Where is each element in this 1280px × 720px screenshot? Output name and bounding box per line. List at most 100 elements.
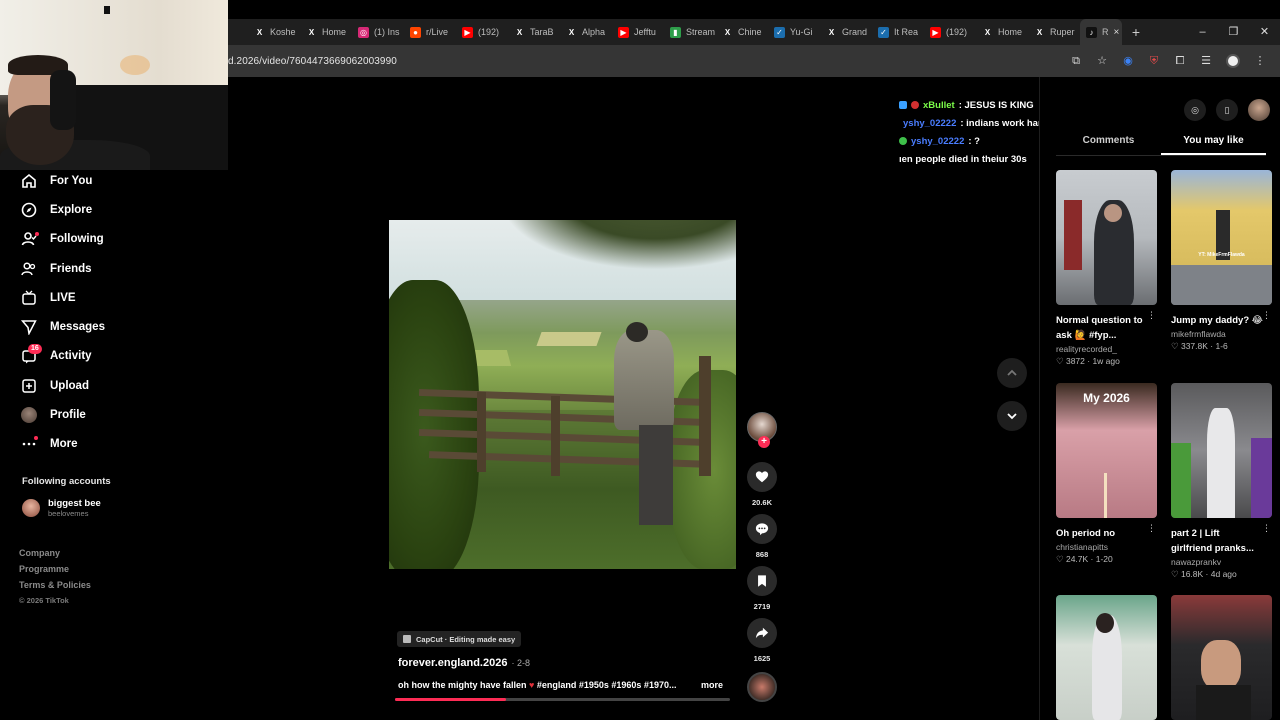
sidebar-item-activity[interactable]: 16 Activity <box>20 342 200 371</box>
video-author[interactable]: forever.england.2026 · 2-8 <box>398 657 530 669</box>
sidebar-item-upload[interactable]: Upload <box>20 371 200 400</box>
card-menu-icon[interactable]: ⋮ <box>1262 310 1271 321</box>
close-window-button[interactable]: ✕ <box>1249 19 1280 45</box>
sidebar-item-profile[interactable]: Profile <box>20 400 200 429</box>
card-menu-icon[interactable]: ⋮ <box>1262 523 1271 534</box>
video-thumbnail[interactable] <box>1056 595 1157 720</box>
sidebar-item-messages[interactable]: Messages <box>20 312 200 341</box>
save-button[interactable] <box>747 566 777 596</box>
following-account-item[interactable]: biggest bee beelovemes <box>22 498 101 518</box>
tab-label: Alpha <box>582 27 606 37</box>
video-progress-bar[interactable] <box>395 698 730 701</box>
menu-kebab-icon[interactable]: ⋮ <box>1254 55 1266 67</box>
card-title: Oh period no <box>1056 528 1116 539</box>
video-thumbnail[interactable] <box>1171 383 1272 518</box>
chat-username: yshy_02222 <box>903 117 957 129</box>
footer-link-terms[interactable]: Terms & Policies <box>19 580 91 590</box>
sidebar-item-friends[interactable]: Friends <box>20 254 200 283</box>
tab-you-may-like[interactable]: You may like <box>1161 132 1266 155</box>
new-tab-button[interactable]: + <box>1122 24 1150 40</box>
share-button[interactable] <box>747 618 777 648</box>
sidebar-item-label: Explore <box>50 203 93 216</box>
close-tab-icon[interactable]: × <box>1114 27 1120 38</box>
chat-text: : JESUS IS KING <box>958 99 1034 111</box>
video-thumbnail[interactable]: My 2026 <box>1056 383 1157 518</box>
video-player[interactable] <box>389 220 736 569</box>
next-video-button[interactable] <box>997 401 1027 431</box>
browser-tab[interactable]: ● r/Live <box>404 19 456 45</box>
browser-tab[interactable]: ✓ It Rea <box>872 19 924 45</box>
recommended-video-card[interactable] <box>1171 595 1273 720</box>
chat-text: ıen people died in theiur 30s <box>899 153 1027 165</box>
sidebar-item-for-you[interactable]: For You <box>20 166 200 195</box>
recommended-video-card[interactable]: My 2026 Oh period no ⋮ christianapitts ♡… <box>1056 383 1158 565</box>
browser-tab[interactable]: ◎ (1) Ins <box>352 19 404 45</box>
explore-icon[interactable]: ◎ <box>1184 99 1206 121</box>
recommended-video-card[interactable] <box>1056 595 1158 720</box>
recommended-video-card[interactable]: part 2 | Lift girlfriend pranks... ⋮ naw… <box>1171 383 1273 580</box>
tab-comments[interactable]: Comments <box>1056 132 1161 155</box>
minimize-button[interactable]: – <box>1187 19 1218 45</box>
card-menu-icon[interactable]: ⋮ <box>1147 310 1156 321</box>
tab-label: (192) <box>946 27 968 37</box>
youtube-icon: ▶ <box>618 26 629 38</box>
extensions-puzzle-icon[interactable]: ⧠ <box>1174 55 1186 67</box>
browser-tab-active[interactable]: ♪ R × <box>1080 19 1122 45</box>
install-app-icon[interactable]: ⧉ <box>1070 55 1082 67</box>
profile-avatar-icon[interactable] <box>1226 54 1240 68</box>
browser-tab[interactable]: ✓ Yu-Gi <box>768 19 820 45</box>
browser-tab-partial[interactable] <box>228 19 248 45</box>
more-button[interactable]: more <box>701 680 723 690</box>
browser-tab[interactable]: X Home <box>300 19 352 45</box>
avatar[interactable] <box>1248 99 1270 121</box>
video-thumbnail[interactable]: YT: MikeFrmFlawda <box>1171 170 1272 305</box>
browser-tab[interactable]: X Alpha <box>560 19 612 45</box>
extension-icon[interactable]: ◉ <box>1122 55 1134 67</box>
panel-tabs: Comments You may like <box>1056 132 1266 156</box>
sidebar-item-following[interactable]: Following <box>20 225 200 254</box>
browser-tab[interactable]: ▮ Stream <box>664 19 716 45</box>
friends-icon <box>20 260 38 278</box>
browser-tab[interactable]: X TaraB <box>508 19 560 45</box>
browser-tab[interactable]: ▶ (192) <box>456 19 508 45</box>
browser-tab[interactable]: X Home <box>976 19 1028 45</box>
video-thumbnail[interactable] <box>1171 595 1272 720</box>
browser-tab[interactable]: X Ruper <box>1028 19 1080 45</box>
tab-label: Jefftu <box>634 27 656 37</box>
browser-tab-strip: X Koshe X Home ◎ (1) Ins ● r/Live ▶ (192) X TaraB X A… <box>228 19 1280 45</box>
account-handle: beelovemes <box>48 509 89 518</box>
recommended-video-card[interactable]: YT: MikeFrmFlawda Jump my daddy? 😂 ⋮ mik… <box>1171 170 1273 352</box>
device-icon[interactable]: ▯ <box>1216 99 1238 121</box>
follow-plus-icon[interactable]: + <box>758 436 770 448</box>
capcut-tag[interactable]: CapCut · Editing made easy <box>397 631 522 647</box>
reading-list-icon[interactable]: ☰ <box>1200 55 1212 67</box>
browser-tab[interactable]: X Koshe <box>248 19 300 45</box>
comment-button[interactable] <box>747 514 777 544</box>
url-field[interactable]: d.2026/video/7604473669062003990 <box>228 56 397 67</box>
author-name: forever.england.2026 <box>398 657 508 669</box>
x-icon: X <box>722 26 733 38</box>
footer-link-company[interactable]: Company <box>19 548 91 558</box>
video-thumbnail[interactable] <box>1056 170 1157 305</box>
sidebar-item-more[interactable]: More <box>20 430 200 459</box>
bookmark-star-icon[interactable]: ☆ <box>1096 55 1108 67</box>
share-icon <box>755 627 769 639</box>
creator-avatar[interactable]: + <box>747 412 777 448</box>
sidebar-item-explore[interactable]: Explore <box>20 195 200 224</box>
browser-tab[interactable]: X Chine <box>716 19 768 45</box>
previous-video-button[interactable] <box>997 358 1027 388</box>
recommended-video-card[interactable]: Normal question to ask 🙋 #fyp... ⋮ reali… <box>1056 170 1158 367</box>
like-button[interactable] <box>747 462 777 492</box>
footer-link-programme[interactable]: Programme <box>19 564 91 574</box>
compass-icon <box>20 201 38 219</box>
sidebar-item-label: LIVE <box>50 291 76 304</box>
extension-shield-icon[interactable]: ⛨ <box>1148 55 1160 67</box>
browser-tab[interactable]: ▶ (192) <box>924 19 976 45</box>
maximize-button[interactable]: ❐ <box>1218 19 1249 45</box>
sidebar-item-live[interactable]: LIVE <box>20 283 200 312</box>
browser-tab[interactable]: ▶ Jefftu <box>612 19 664 45</box>
browser-tab[interactable]: X Grand <box>820 19 872 45</box>
card-menu-icon[interactable]: ⋮ <box>1147 523 1156 534</box>
music-disc-icon[interactable] <box>747 672 777 702</box>
youtube-icon: ▶ <box>930 26 941 38</box>
